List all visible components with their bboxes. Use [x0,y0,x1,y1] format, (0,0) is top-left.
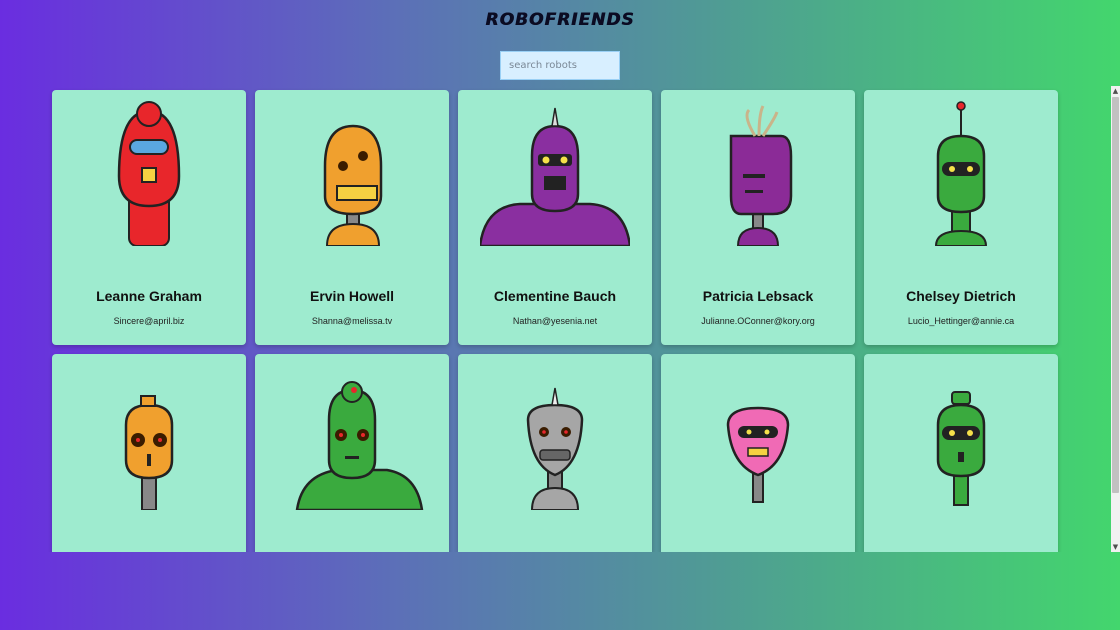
robot-image [726,406,790,503]
robot-name: Patricia Lebsack [702,288,814,304]
robot-image [323,124,383,246]
robot-card[interactable]: Clementine Bauch Nathan@yesenia.net [458,90,652,345]
robot-card[interactable] [661,354,855,552]
app-title: ROBOFRIENDS [485,10,635,30]
card-list: Leanne Graham Sincere@april.biz Ervin Ho… [0,86,1120,552]
robot-email: Sincere@april.biz [113,316,185,326]
robot-email: Lucio_Hettinger@annie.ca [907,316,1015,326]
robot-image [295,381,424,510]
robot-card[interactable]: Chelsey Dietrich Lucio_Hettinger@annie.c… [864,90,1058,345]
robot-email: Shanna@melissa.tv [311,316,393,326]
robot-email: Julianne.OConner@kory.org [701,316,815,326]
robot-card[interactable] [864,354,1058,552]
robot-name: Chelsey Dietrich [906,288,1016,304]
robot-card[interactable]: Ervin Howell Shanna@melissa.tv [255,90,449,345]
robot-image [729,105,793,246]
scrollbar-thumb[interactable] [1112,97,1119,493]
scrollbar[interactable]: ▲ ▼ [1111,86,1120,552]
robot-name: Leanne Graham [96,288,202,304]
robot-name: Ervin Howell [309,288,395,304]
robot-card[interactable] [458,354,652,552]
robot-name: Clementine Bauch [493,288,617,304]
robot-card[interactable]: Patricia Lebsack Julianne.OConner@kory.o… [661,90,855,345]
robot-email: Nathan@yesenia.net [512,316,598,326]
robot-card[interactable]: Leanne Graham Sincere@april.biz [52,90,246,345]
robot-card[interactable] [52,354,246,552]
robot-image [480,107,630,246]
robot-image [117,101,181,246]
scroll-down-icon[interactable]: ▼ [1111,542,1120,552]
robot-image [124,395,174,510]
robot-card[interactable] [255,354,449,552]
robot-image [936,391,986,506]
robot-image [526,387,584,510]
robot-image [934,101,988,246]
search-input[interactable] [500,51,620,80]
scroll-up-icon[interactable]: ▲ [1111,86,1120,96]
